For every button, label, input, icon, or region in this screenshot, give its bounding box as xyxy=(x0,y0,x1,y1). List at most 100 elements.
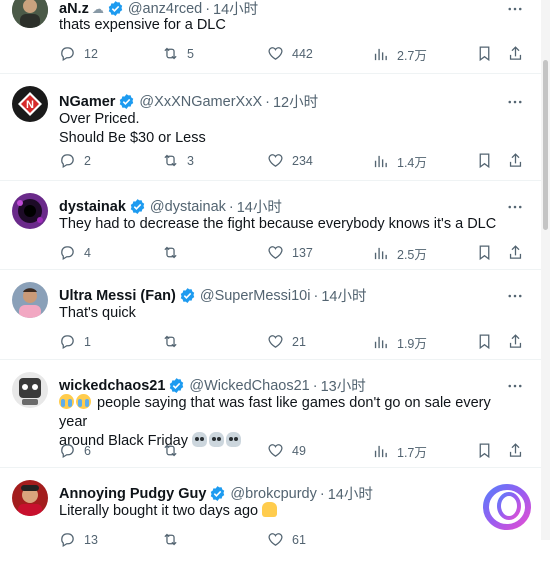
tweet[interactable]: dystainak @dystainak · 14小时 They had to … xyxy=(0,181,550,270)
display-name[interactable]: Annoying Pudgy Guy xyxy=(59,486,206,502)
timestamp[interactable]: 14小时 xyxy=(321,285,366,306)
views-button[interactable]: 2.7万 xyxy=(372,45,427,64)
reply-button[interactable]: 6 xyxy=(59,442,91,459)
timestamp[interactable]: 14小时 xyxy=(328,483,373,504)
separator-dot: · xyxy=(312,377,318,394)
repost-icon xyxy=(164,246,177,259)
avatar[interactable] xyxy=(12,193,48,229)
repost-button[interactable] xyxy=(162,442,187,459)
heart-icon xyxy=(268,47,283,60)
handle[interactable]: @XxXNGamerXxX xyxy=(139,94,262,110)
share-button[interactable] xyxy=(507,45,524,62)
timestamp[interactable]: 13小时 xyxy=(321,375,366,396)
more-icon[interactable] xyxy=(506,198,524,216)
like-button[interactable]: 137 xyxy=(267,244,313,261)
handle[interactable]: @dystainak xyxy=(150,199,226,215)
action-bar: 13 61 xyxy=(59,531,524,551)
share-button[interactable] xyxy=(507,152,524,169)
like-button[interactable]: 21 xyxy=(267,333,306,350)
crying-face-emoji-icon xyxy=(59,394,74,409)
display-name[interactable]: dystainak xyxy=(59,199,126,215)
separator-dot: · xyxy=(319,485,325,502)
more-icon[interactable] xyxy=(506,287,524,305)
bookmark-button[interactable] xyxy=(476,333,493,350)
reply-icon xyxy=(61,246,74,261)
scrollbar[interactable] xyxy=(541,0,550,540)
reply-icon xyxy=(61,444,74,459)
display-name[interactable]: Ultra Messi (Fan) xyxy=(59,288,176,304)
share-icon xyxy=(509,153,522,167)
like-button[interactable]: 442 xyxy=(267,45,313,62)
views-button[interactable]: 2.5万 xyxy=(372,244,427,263)
share-button[interactable] xyxy=(507,442,524,459)
avatar[interactable] xyxy=(12,372,48,408)
handle[interactable]: @brokcpurdy xyxy=(230,486,316,502)
heart-icon xyxy=(268,335,283,348)
reply-button[interactable]: 12 xyxy=(59,45,98,62)
repost-icon xyxy=(164,444,177,457)
reply-icon xyxy=(61,335,74,350)
like-count: 21 xyxy=(292,334,306,349)
avatar[interactable] xyxy=(12,480,48,516)
repost-button[interactable] xyxy=(162,244,187,261)
like-count: 442 xyxy=(292,46,313,61)
tweet[interactable]: Annoying Pudgy Guy @brokcpurdy · 14小时 Li… xyxy=(0,468,550,568)
verified-badge-icon xyxy=(180,288,195,303)
share-button[interactable] xyxy=(507,244,524,261)
scrollbar-thumb[interactable] xyxy=(543,60,548,230)
handle[interactable]: @anz4rced xyxy=(128,1,202,17)
tweet[interactable]: aN.z ☁ @anz4rced · 14小时 thats expensive … xyxy=(0,0,550,74)
repost-button[interactable] xyxy=(162,333,187,350)
reply-icon xyxy=(61,154,74,169)
bookmark-button[interactable] xyxy=(476,45,493,62)
separator-dot: · xyxy=(228,198,234,215)
like-button[interactable]: 49 xyxy=(267,442,306,459)
timestamp[interactable]: 14小时 xyxy=(237,196,282,217)
bookmark-button[interactable] xyxy=(476,244,493,261)
repost-icon xyxy=(164,154,177,167)
like-button[interactable]: 234 xyxy=(267,152,313,169)
reply-count: 1 xyxy=(84,334,91,349)
bookmark-icon xyxy=(479,443,490,459)
avatar[interactable] xyxy=(12,0,48,28)
display-name[interactable]: aN.z xyxy=(59,1,89,17)
reply-button[interactable]: 1 xyxy=(59,333,91,350)
handle[interactable]: @SuperMessi10i xyxy=(200,288,311,304)
views-icon xyxy=(374,155,387,168)
avatar[interactable]: N xyxy=(12,86,48,122)
reply-button[interactable]: 4 xyxy=(59,244,91,261)
share-icon xyxy=(509,443,522,457)
tweet-header: dystainak @dystainak · 14小时 xyxy=(59,196,282,217)
tweet-header: NGamer @XxXNGamerXxX · 12小时 xyxy=(59,91,318,112)
display-name[interactable]: wickedchaos21 xyxy=(59,378,165,394)
views-button[interactable]: 1.7万 xyxy=(372,442,427,461)
view-count: 2.5万 xyxy=(397,248,427,262)
view-count: 1.4万 xyxy=(397,156,427,170)
bookmark-button[interactable] xyxy=(476,152,493,169)
separator-dot: · xyxy=(313,287,319,304)
cloud-icon: ☁ xyxy=(91,1,104,16)
tweet[interactable]: wickedchaos21 @WickedChaos21 · 13小时 peop… xyxy=(0,360,550,468)
repost-button[interactable]: 5 xyxy=(162,45,194,62)
like-count: 137 xyxy=(292,245,313,260)
repost-icon xyxy=(164,47,177,60)
repost-button[interactable]: 3 xyxy=(162,152,194,169)
more-icon[interactable] xyxy=(506,377,524,395)
timestamp[interactable]: 12小时 xyxy=(273,91,318,112)
tweet-text-line: thats expensive for a DLC xyxy=(59,17,226,33)
tweet[interactable]: N NGamer @XxXNGamerXxX · 12小时 Over Price… xyxy=(0,74,550,181)
bookmark-button[interactable] xyxy=(476,442,493,459)
share-icon xyxy=(509,245,522,259)
display-name[interactable]: NGamer xyxy=(59,94,115,110)
views-button[interactable]: 1.9万 xyxy=(372,333,427,352)
handle[interactable]: @WickedChaos21 xyxy=(189,378,309,394)
views-button[interactable]: 1.4万 xyxy=(372,152,427,171)
reply-button[interactable]: 2 xyxy=(59,152,91,169)
avatar[interactable] xyxy=(12,282,48,318)
share-button[interactable] xyxy=(507,333,524,350)
more-icon[interactable] xyxy=(506,93,524,111)
tweet[interactable]: Ultra Messi (Fan) @SuperMessi10i · 14小时 … xyxy=(0,270,550,360)
tweet-text-line: Over Priced. xyxy=(59,111,140,127)
heart-icon xyxy=(268,154,283,167)
views-icon xyxy=(374,445,387,458)
